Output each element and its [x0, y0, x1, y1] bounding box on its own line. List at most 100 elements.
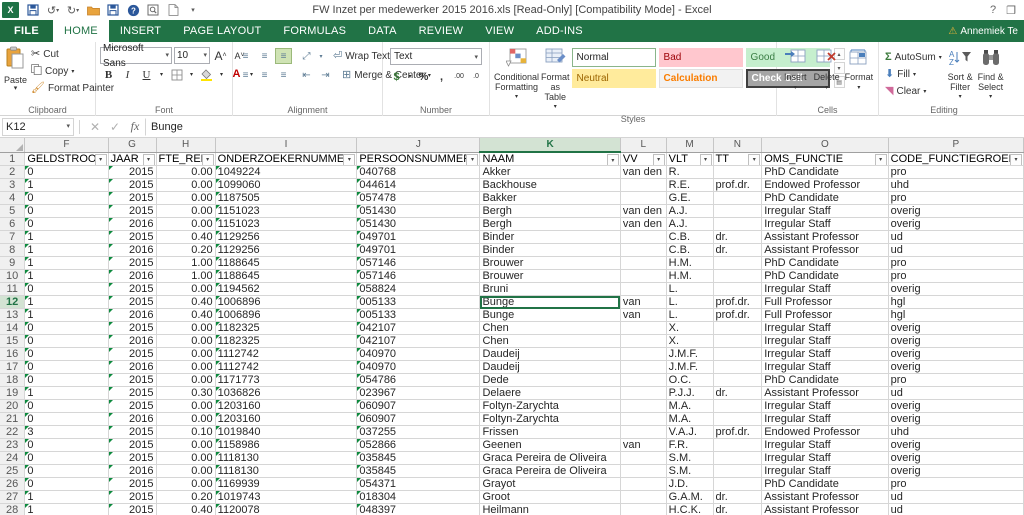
row-header-22[interactable]: 22 [0, 425, 26, 439]
cell-G23[interactable]: 2015 [108, 438, 157, 452]
table-row[interactable]: 12 1 2015 0.40 1006896 005133 Bunge van L. prof.d… [0, 295, 1024, 309]
cell-G22[interactable]: 2015 [108, 425, 157, 439]
cell-K26[interactable]: Grayot [479, 477, 621, 491]
row-header-17[interactable]: 17 [0, 360, 26, 374]
cell-F27[interactable]: 1 [24, 490, 109, 504]
cell-K11[interactable]: Bruni [479, 282, 621, 296]
cell-H19[interactable]: 0.30 [156, 386, 216, 400]
cell-O20[interactable]: Irregular Staff [761, 399, 889, 413]
cell-N26[interactable] [713, 477, 763, 491]
cell-L8[interactable] [620, 243, 667, 257]
sort-filter-dropdown-icon[interactable]: ▾ [959, 92, 962, 103]
column-header-h[interactable]: H [156, 138, 216, 153]
cell-O6[interactable]: Irregular Staff [761, 217, 889, 231]
cell-M17[interactable]: J.M.F. [666, 360, 714, 374]
cell-O17[interactable]: Irregular Staff [761, 360, 889, 374]
font-size-input[interactable]: 10 ▾ [174, 47, 210, 64]
cell-P6[interactable]: overig [888, 217, 1024, 231]
cell-G16[interactable]: 2015 [108, 347, 157, 361]
column-header-g[interactable]: G [108, 138, 157, 153]
table-row[interactable]: 21 0 2016 0.00 1203160 060907 Foltyn-Zarychta M… [0, 412, 1024, 426]
cell-O24[interactable]: Irregular Staff [761, 451, 889, 465]
cell-J12[interactable]: 005133 [356, 295, 481, 309]
align-left-icon[interactable]: ≡ [237, 67, 254, 83]
cell-I3[interactable]: 1099060 [215, 178, 358, 192]
cell-H4[interactable]: 0.00 [156, 191, 216, 205]
cell-F6[interactable]: 0 [24, 217, 109, 231]
comma-format-button[interactable]: , [433, 68, 450, 85]
name-box-dropdown-icon[interactable]: ▾ [66, 119, 70, 135]
cell-K22[interactable]: Frissen [479, 425, 621, 439]
row-header-12[interactable]: 12 [0, 295, 26, 309]
delete-dropdown-icon[interactable]: ▾ [825, 83, 828, 94]
format-as-table-button[interactable]: Format as Table ▾ [541, 46, 570, 113]
cell-L24[interactable] [620, 451, 667, 465]
cell-O12[interactable]: Full Professor [761, 295, 889, 309]
cell-G15[interactable]: 2016 [108, 334, 157, 348]
cf-dropdown-icon[interactable]: ▾ [515, 92, 518, 103]
cell-O22[interactable]: Endowed Professor [761, 425, 889, 439]
insert-dropdown-icon[interactable]: ▾ [794, 83, 797, 94]
tab-addins[interactable]: ADD-INS [525, 20, 594, 42]
cell-J19[interactable]: 023967 [356, 386, 481, 400]
cell-P12[interactable]: hgl [888, 295, 1024, 309]
tab-home[interactable]: HOME [53, 20, 109, 42]
bold-button[interactable]: B [100, 66, 117, 83]
cell-G13[interactable]: 2016 [108, 308, 157, 322]
align-middle-icon[interactable]: ≡ [256, 48, 273, 64]
number-format-select[interactable]: Text ▾ [390, 48, 482, 65]
cell-G8[interactable]: 2016 [108, 243, 157, 257]
cell-L23[interactable]: van [620, 438, 667, 452]
cell-J16[interactable]: 040970 [356, 347, 481, 361]
cell-M10[interactable]: H.M. [666, 269, 714, 283]
table-row[interactable]: 25 0 2016 0.00 1118130 035845 Graca Pereira de… [0, 464, 1024, 478]
cell-F21[interactable]: 0 [24, 412, 109, 426]
cell-I24[interactable]: 1118130 [215, 451, 358, 465]
cell-F17[interactable]: 0 [24, 360, 109, 374]
cell-O13[interactable]: Full Professor [761, 308, 889, 322]
cell-G18[interactable]: 2015 [108, 373, 157, 387]
row-header-3[interactable]: 3 [0, 178, 26, 192]
cell-J17[interactable]: 040970 [356, 360, 481, 374]
align-top-icon[interactable]: ≡ [237, 48, 254, 64]
cell-G28[interactable]: 2015 [108, 503, 157, 515]
cell-P18[interactable]: pro [888, 373, 1024, 387]
cell-H5[interactable]: 0.00 [156, 204, 216, 218]
cell-G2[interactable]: 2015 [108, 165, 157, 179]
cell-L9[interactable] [620, 256, 667, 270]
cell-O15[interactable]: Irregular Staff [761, 334, 889, 348]
cell-N18[interactable] [713, 373, 763, 387]
cell-P24[interactable]: overig [888, 451, 1024, 465]
cell-K18[interactable]: Dede [479, 373, 621, 387]
cell-G19[interactable]: 2015 [108, 386, 157, 400]
cell-L20[interactable] [620, 399, 667, 413]
cell-I17[interactable]: 1112742 [215, 360, 358, 374]
cell-F3[interactable]: 1 [24, 178, 109, 192]
cell-J20[interactable]: 060907 [356, 399, 481, 413]
cell-L17[interactable] [620, 360, 667, 374]
column-header-f[interactable]: F [24, 138, 109, 153]
cell-F24[interactable]: 0 [24, 451, 109, 465]
find-select-button[interactable]: Find & Select ▾ [976, 47, 1005, 103]
cell-O27[interactable]: Assistant Professor [761, 490, 889, 504]
cell-N17[interactable] [713, 360, 763, 374]
cell-O16[interactable]: Irregular Staff [761, 347, 889, 361]
cell-K5[interactable]: Bergh [479, 204, 621, 218]
cell-K17[interactable]: Daudeij [479, 360, 621, 374]
cell-N28[interactable]: dr. [713, 503, 763, 515]
cell-J7[interactable]: 049701 [356, 230, 481, 244]
cell-H24[interactable]: 0.00 [156, 451, 216, 465]
cell-style-calculation[interactable]: Calculation [658, 69, 743, 88]
accounting-dropdown-icon[interactable]: ▾ [406, 68, 414, 85]
cell-I9[interactable]: 1188645 [215, 256, 358, 270]
cell-style-neutral[interactable]: Neutral [571, 69, 656, 88]
tab-page-layout[interactable]: PAGE LAYOUT [172, 20, 272, 42]
filter-dropdown-icon[interactable]: ▾ [466, 153, 479, 165]
filter-dropdown-icon[interactable]: ▾ [874, 153, 887, 165]
cell-L28[interactable] [620, 503, 667, 515]
row-header-1[interactable]: 1 [0, 152, 26, 166]
cell-M6[interactable]: A.J. [666, 217, 714, 231]
redo-icon[interactable]: ↻ ▾ [64, 1, 82, 19]
cell-N13[interactable]: prof.dr. [713, 308, 763, 322]
cell-M22[interactable]: V.A.J. [666, 425, 714, 439]
